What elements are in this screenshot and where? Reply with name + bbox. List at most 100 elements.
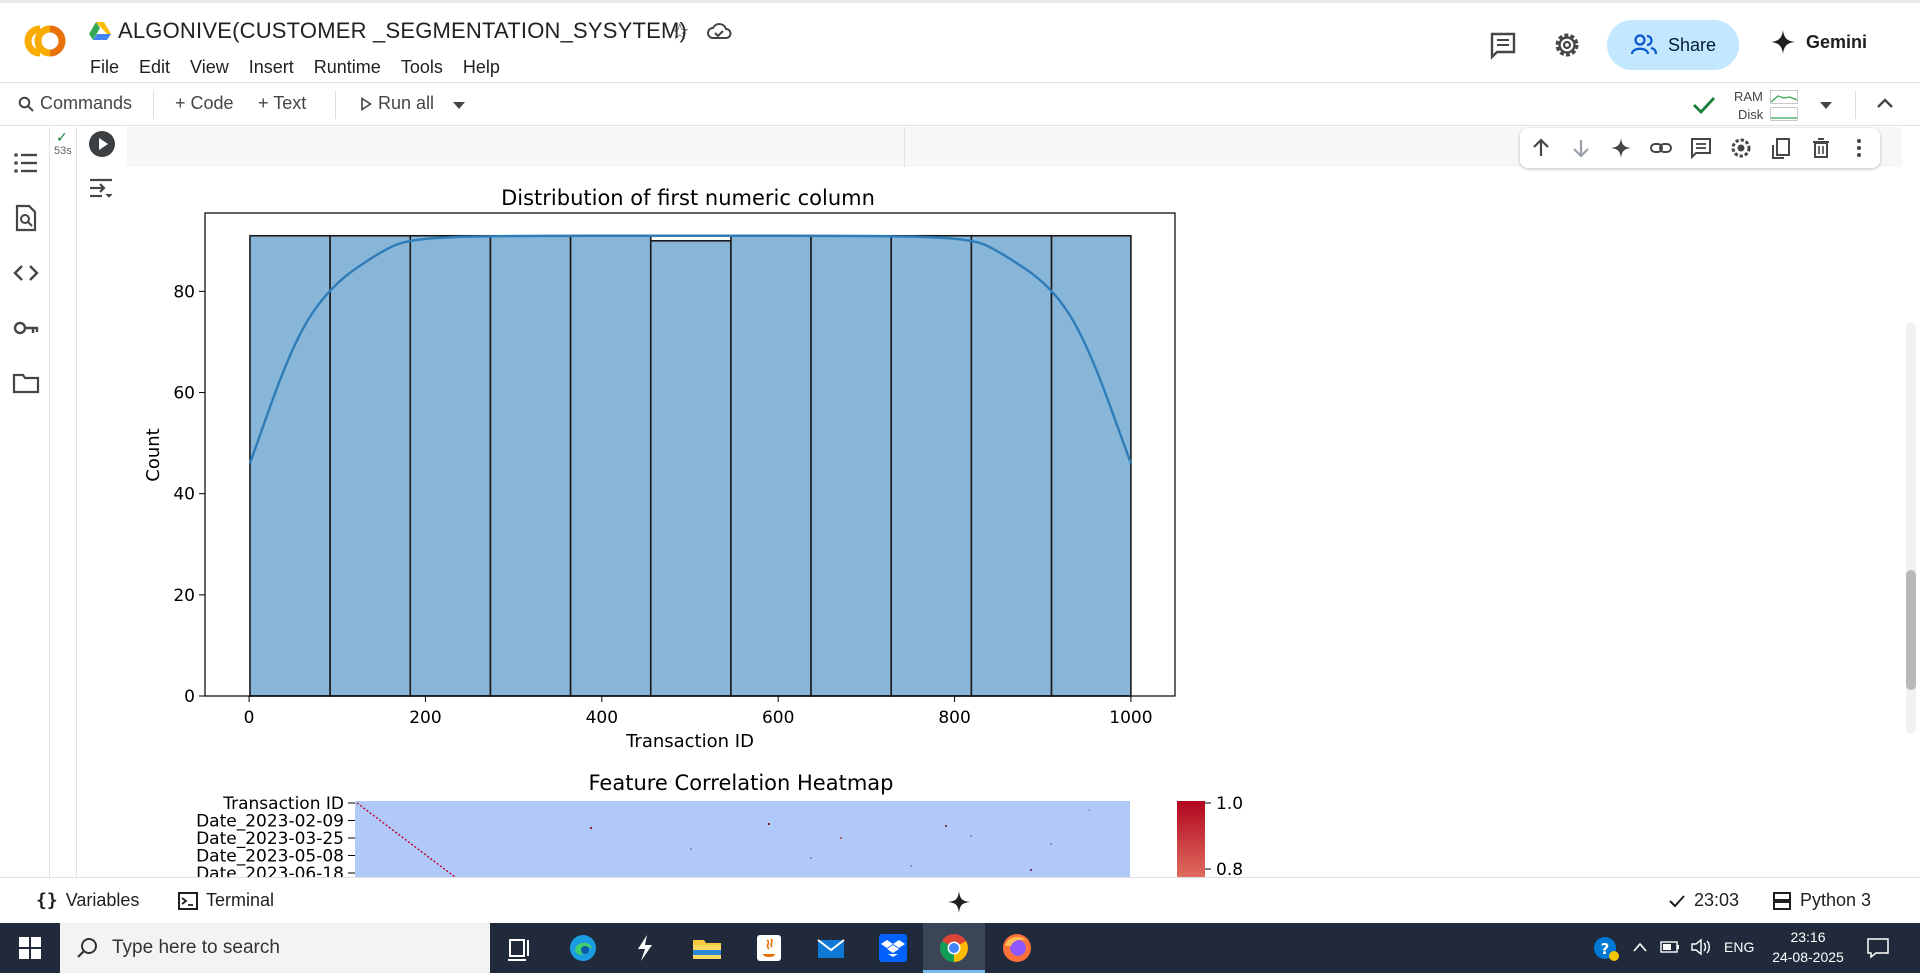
- settings-gear-icon[interactable]: [1552, 30, 1582, 60]
- comment-icon[interactable]: [1690, 137, 1712, 159]
- menu-view[interactable]: View: [180, 55, 239, 79]
- heatmap-cell: [840, 837, 842, 839]
- kernel-status[interactable]: Python 3: [1772, 890, 1871, 911]
- correlation-heatmap: Feature Correlation Heatmap Transaction …: [196, 771, 1243, 877]
- windows-start-button[interactable]: [0, 923, 60, 973]
- menu-tools[interactable]: Tools: [391, 55, 453, 79]
- dropbox-icon[interactable]: [877, 932, 909, 964]
- menu-runtime[interactable]: Runtime: [304, 55, 391, 79]
- resource-monitor[interactable]: RAM Disk: [1700, 87, 1810, 123]
- add-code-button[interactable]: + Code: [175, 93, 234, 114]
- resources-dropdown-icon[interactable]: [1819, 101, 1833, 110]
- toolbar-divider: [153, 91, 154, 119]
- open-in-tab-icon[interactable]: [1770, 137, 1792, 159]
- more-options-icon[interactable]: [1848, 137, 1870, 159]
- link-icon[interactable]: [1650, 137, 1672, 159]
- heatmap-row-label: Date_2023-06-18: [196, 864, 344, 877]
- last-run-status[interactable]: 23:03: [1668, 890, 1739, 911]
- menu-edit[interactable]: Edit: [129, 55, 180, 79]
- search-icon: [18, 96, 34, 112]
- notifications-icon[interactable]: [1866, 937, 1890, 959]
- histogram-bar: [649, 240, 732, 697]
- secrets-key-icon[interactable]: [12, 314, 40, 342]
- x-tick-label: 600: [762, 708, 794, 728]
- volume-icon[interactable]: [1690, 937, 1712, 957]
- histogram-bar: [329, 234, 412, 697]
- y-tick-label: 0: [184, 687, 195, 707]
- collapse-header-icon[interactable]: [1876, 97, 1894, 109]
- sketchup-app-icon[interactable]: [629, 932, 661, 964]
- find-in-page-icon[interactable]: [12, 204, 40, 232]
- histogram-bar: [730, 234, 812, 697]
- task-view-icon[interactable]: [504, 932, 536, 964]
- execution-success-icon: ✓: [56, 129, 68, 145]
- menu-help[interactable]: Help: [453, 55, 510, 79]
- move-cell-up-icon[interactable]: [1530, 137, 1552, 159]
- windows-logo-icon: [19, 937, 41, 959]
- y-axis-label: Count: [143, 428, 164, 481]
- table-of-contents-icon[interactable]: [12, 149, 40, 177]
- java-app-icon[interactable]: [753, 932, 785, 964]
- search-icon: [77, 938, 97, 958]
- histogram-bar: [890, 234, 973, 697]
- taskbar-clock[interactable]: 23:16 24-08-2025: [1768, 927, 1848, 967]
- heatmap-cell: [768, 823, 770, 825]
- cell-settings-gear-icon[interactable]: [1730, 137, 1752, 159]
- star-icon[interactable]: ☆: [670, 19, 690, 45]
- share-label: Share: [1667, 34, 1717, 55]
- gemini-sparkle-icon[interactable]: [947, 890, 971, 914]
- disk-label: Disk: [1738, 107, 1764, 122]
- taskbar-search-box[interactable]: Type here to search: [60, 923, 490, 973]
- gemini-sparkle-icon[interactable]: [1610, 137, 1632, 159]
- run-all-button[interactable]: Run all: [360, 93, 434, 114]
- edge-browser-icon[interactable]: [567, 932, 599, 964]
- y-tick-label: 40: [173, 485, 195, 505]
- help-tray-icon[interactable]: ?: [1592, 935, 1620, 963]
- google-drive-icon[interactable]: [89, 21, 111, 41]
- run-all-dropdown-icon[interactable]: [452, 101, 466, 110]
- cloud-sync-icon[interactable]: [706, 21, 732, 41]
- output-actions-icon[interactable]: [88, 176, 114, 202]
- bottom-status-bar: {} Variables Terminal 23:03 Python 3: [0, 877, 1920, 923]
- terminal-icon: [178, 891, 198, 910]
- move-cell-down-icon[interactable]: [1570, 137, 1592, 159]
- histogram-chart: Distribution of first numeric column 0 20…: [143, 186, 1176, 752]
- heatmap-cell: [1050, 843, 1052, 845]
- cell-toolbar: [1520, 128, 1880, 168]
- code-snippets-icon[interactable]: [12, 259, 40, 287]
- colab-logo[interactable]: [18, 21, 72, 61]
- variables-button[interactable]: {} Variables: [36, 890, 139, 911]
- y-tick-label: 60: [173, 384, 195, 404]
- menu-file[interactable]: File: [90, 55, 129, 79]
- battery-icon[interactable]: [1660, 939, 1680, 955]
- add-text-button[interactable]: + Text: [258, 93, 306, 114]
- delete-trash-icon[interactable]: [1810, 137, 1832, 159]
- gemini-label: Gemini: [1806, 31, 1868, 52]
- heatmap-cell: [810, 857, 812, 859]
- heatmap-cell: [1088, 809, 1090, 811]
- gemini-button[interactable]: Gemini: [1770, 29, 1867, 55]
- check-icon: [1669, 894, 1685, 907]
- notebook-title[interactable]: ALGONIVE(CUSTOMER _SEGMENTATION_SYSYTEM): [118, 18, 687, 44]
- colorbar-tick: 1.0: [1216, 794, 1243, 814]
- menu-insert[interactable]: Insert: [239, 55, 304, 79]
- commands-button[interactable]: Commands: [18, 93, 132, 114]
- histogram-bar: [409, 234, 492, 697]
- mail-app-icon[interactable]: [815, 932, 847, 964]
- input-language[interactable]: ENG: [1724, 939, 1754, 955]
- chrome-browser-icon[interactable]: [938, 932, 970, 964]
- comments-icon[interactable]: [1488, 30, 1518, 60]
- app-header: ALGONIVE(CUSTOMER _SEGMENTATION_SYSYTEM)…: [0, 0, 1920, 82]
- run-cell-button[interactable]: [89, 131, 115, 157]
- heatmap-cell: [690, 848, 692, 850]
- terminal-button[interactable]: Terminal: [178, 890, 274, 911]
- firefox-browser-icon[interactable]: [1001, 932, 1033, 964]
- scrollbar-thumb[interactable]: [1906, 570, 1916, 690]
- file-explorer-icon[interactable]: [691, 932, 723, 964]
- show-hidden-icons-chevron-icon[interactable]: [1632, 941, 1648, 953]
- last-run-time: 23:03: [1694, 890, 1740, 910]
- disk-usage-sparkline: [1770, 107, 1798, 121]
- x-tick-label: 200: [409, 708, 441, 728]
- share-button[interactable]: Share: [1607, 20, 1739, 70]
- files-folder-icon[interactable]: [12, 369, 40, 397]
